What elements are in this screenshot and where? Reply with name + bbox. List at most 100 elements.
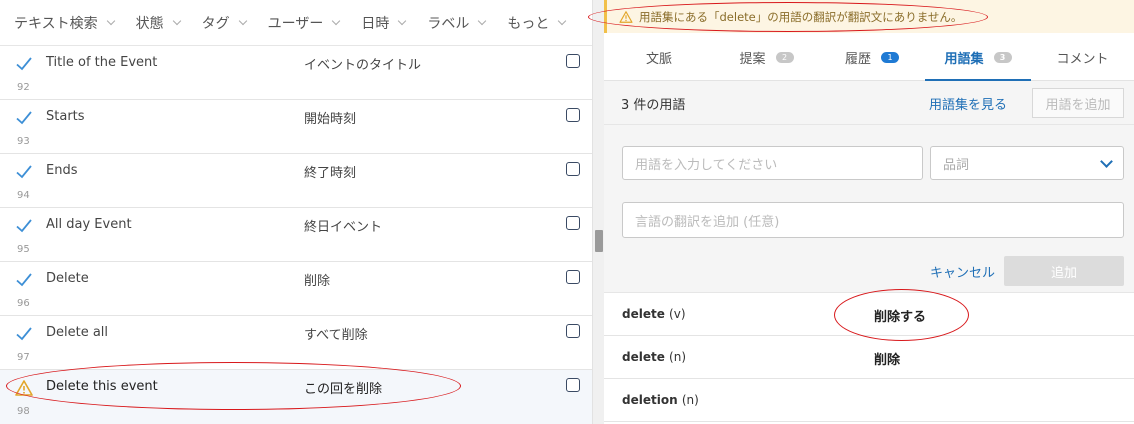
add-term-button[interactable]: 用語を追加 bbox=[1032, 88, 1124, 118]
translation-string: 開始時刻 bbox=[304, 112, 357, 127]
checkbox-icon[interactable] bbox=[566, 54, 580, 68]
string-row[interactable]: Delete all 97 すべて削除 bbox=[0, 316, 592, 370]
term-text: delete bbox=[622, 307, 665, 321]
filter-text-search[interactable]: テキスト検索 bbox=[14, 13, 115, 33]
tab-count-badge: 1 bbox=[881, 51, 899, 63]
string-row[interactable]: Delete 96 削除 bbox=[0, 262, 592, 316]
glossary-term-list: delete (v) 削除する delete (n) 削除 deletion (… bbox=[604, 293, 1134, 422]
filter-label: もっと bbox=[507, 15, 550, 32]
filter-date[interactable]: 日時 bbox=[361, 13, 407, 33]
filter-tag[interactable]: タグ bbox=[201, 13, 247, 33]
tab-glossary[interactable]: 用語集 3 bbox=[925, 33, 1031, 82]
check-icon bbox=[14, 216, 34, 236]
add-button[interactable]: 追加 bbox=[1004, 256, 1124, 286]
chevron-down-icon bbox=[478, 16, 487, 26]
tab-label: 履歴 bbox=[844, 51, 871, 67]
translation-string: 終日イベント bbox=[304, 220, 383, 235]
source-string: All day Event bbox=[46, 217, 132, 232]
chevron-down-icon bbox=[332, 16, 341, 26]
checkbox-icon[interactable] bbox=[566, 162, 580, 176]
warning-icon bbox=[14, 378, 34, 398]
string-number: 98 bbox=[17, 406, 30, 417]
source-string: Delete all bbox=[46, 325, 109, 340]
chevron-down-icon bbox=[558, 16, 567, 26]
check-icon bbox=[14, 324, 34, 344]
string-row[interactable]: Title of the Event 92 イベントのタイトル bbox=[0, 46, 592, 100]
checkbox-icon[interactable] bbox=[566, 108, 580, 122]
scrollbar[interactable] bbox=[592, 0, 604, 424]
filter-bar: テキスト検索 状態 タグ ユーザー 日時 ラベル もっと bbox=[0, 0, 592, 46]
editor-tabs: 文脈 提案 2 履歴 1 用語集 3 コメント bbox=[604, 33, 1134, 82]
filter-more[interactable]: もっと bbox=[507, 13, 567, 33]
string-number: 93 bbox=[17, 136, 30, 147]
checkbox-icon[interactable] bbox=[566, 324, 580, 338]
string-row[interactable]: Starts 93 開始時刻 bbox=[0, 100, 592, 154]
string-number: 92 bbox=[17, 82, 30, 93]
string-number: 96 bbox=[17, 298, 30, 309]
tab-label: コメント bbox=[1056, 51, 1109, 67]
tab-label: 提案 bbox=[739, 51, 766, 67]
tab-label: 文脈 bbox=[645, 51, 672, 67]
term-pos: (n) bbox=[669, 350, 687, 364]
filter-label: ラベル bbox=[427, 15, 470, 32]
cancel-button[interactable]: キャンセル bbox=[930, 262, 995, 281]
term-pos: (n) bbox=[681, 393, 699, 407]
check-icon bbox=[14, 54, 34, 74]
filter-label-select[interactable]: ラベル bbox=[427, 13, 487, 33]
term-name: deletion (n) bbox=[622, 393, 699, 407]
string-list-panel: テキスト検索 状態 タグ ユーザー 日時 ラベル もっと Title of th… bbox=[0, 0, 592, 424]
tab-comments[interactable]: コメント bbox=[1031, 33, 1134, 81]
translation-string: すべて削除 bbox=[304, 328, 368, 343]
glossary-term[interactable]: deletion (n) bbox=[604, 379, 1134, 422]
translation-string: イベントのタイトル bbox=[304, 58, 422, 73]
check-icon bbox=[14, 162, 34, 182]
chevron-down-icon bbox=[172, 16, 181, 26]
chevron-down-icon bbox=[106, 16, 115, 26]
source-string: Ends bbox=[46, 163, 78, 178]
filter-status[interactable]: 状態 bbox=[135, 13, 181, 33]
string-number: 95 bbox=[17, 244, 30, 255]
source-string: Title of the Event bbox=[46, 55, 158, 70]
term-name: delete (n) bbox=[622, 350, 686, 364]
warning-icon bbox=[619, 10, 633, 23]
filter-label: タグ bbox=[201, 15, 230, 32]
warning-text: 用語集にある「delete」の用語の翻訳が翻訳文にありません。 bbox=[639, 9, 963, 24]
scrollbar-thumb[interactable] bbox=[595, 230, 603, 252]
glossary-term[interactable]: delete (v) 削除する bbox=[604, 293, 1134, 336]
term-input[interactable]: 用語を入力してください bbox=[622, 146, 923, 180]
select-placeholder: 品詞 bbox=[943, 157, 970, 173]
filter-label: 状態 bbox=[135, 15, 164, 32]
source-string: Delete bbox=[46, 271, 89, 286]
glossary-term[interactable]: delete (n) 削除 bbox=[604, 336, 1134, 379]
check-icon bbox=[14, 270, 34, 290]
term-text: deletion bbox=[622, 393, 678, 407]
string-row-selected[interactable]: Delete this event 98 この回を削除 bbox=[0, 370, 592, 424]
filter-label: ユーザー bbox=[267, 15, 324, 32]
string-row[interactable]: All day Event 95 終日イベント bbox=[0, 208, 592, 262]
editor-panel: 用語集にある「delete」の用語の翻訳が翻訳文にありません。 文脈 提案 2 履… bbox=[604, 0, 1134, 424]
tab-history[interactable]: 履歴 1 bbox=[819, 33, 925, 81]
tab-suggestions[interactable]: 提案 2 bbox=[714, 33, 819, 81]
tab-count-badge: 3 bbox=[993, 51, 1012, 63]
checkbox-icon[interactable] bbox=[566, 270, 580, 284]
translation-string: この回を削除 bbox=[304, 382, 383, 397]
view-glossary-link[interactable]: 用語集を見る bbox=[929, 94, 1007, 113]
source-string: Starts bbox=[46, 109, 85, 124]
term-pos: (v) bbox=[669, 307, 686, 321]
tab-context[interactable]: 文脈 bbox=[604, 33, 714, 81]
string-row[interactable]: Ends 94 終了時刻 bbox=[0, 154, 592, 208]
part-of-speech-select[interactable]: 品詞 bbox=[930, 146, 1124, 180]
term-translation-input[interactable]: 言語の翻訳を追加 (任意) bbox=[622, 202, 1124, 238]
term-count: 3 件の用語 bbox=[621, 98, 686, 113]
filter-label: テキスト検索 bbox=[14, 15, 98, 32]
filter-user[interactable]: ユーザー bbox=[267, 13, 341, 33]
string-number: 94 bbox=[17, 190, 30, 201]
translation-string: 削除 bbox=[304, 274, 331, 289]
filter-label: 日時 bbox=[361, 15, 390, 32]
checkbox-icon[interactable] bbox=[566, 216, 580, 230]
tab-label: 用語集 bbox=[944, 51, 984, 67]
term-translation: 削除 bbox=[874, 353, 901, 368]
translation-string: 終了時刻 bbox=[304, 166, 357, 181]
checkbox-icon[interactable] bbox=[566, 378, 580, 392]
add-term-form: 用語を入力してください 品詞 言語の翻訳を追加 (任意) キャンセル 追加 bbox=[604, 125, 1134, 293]
